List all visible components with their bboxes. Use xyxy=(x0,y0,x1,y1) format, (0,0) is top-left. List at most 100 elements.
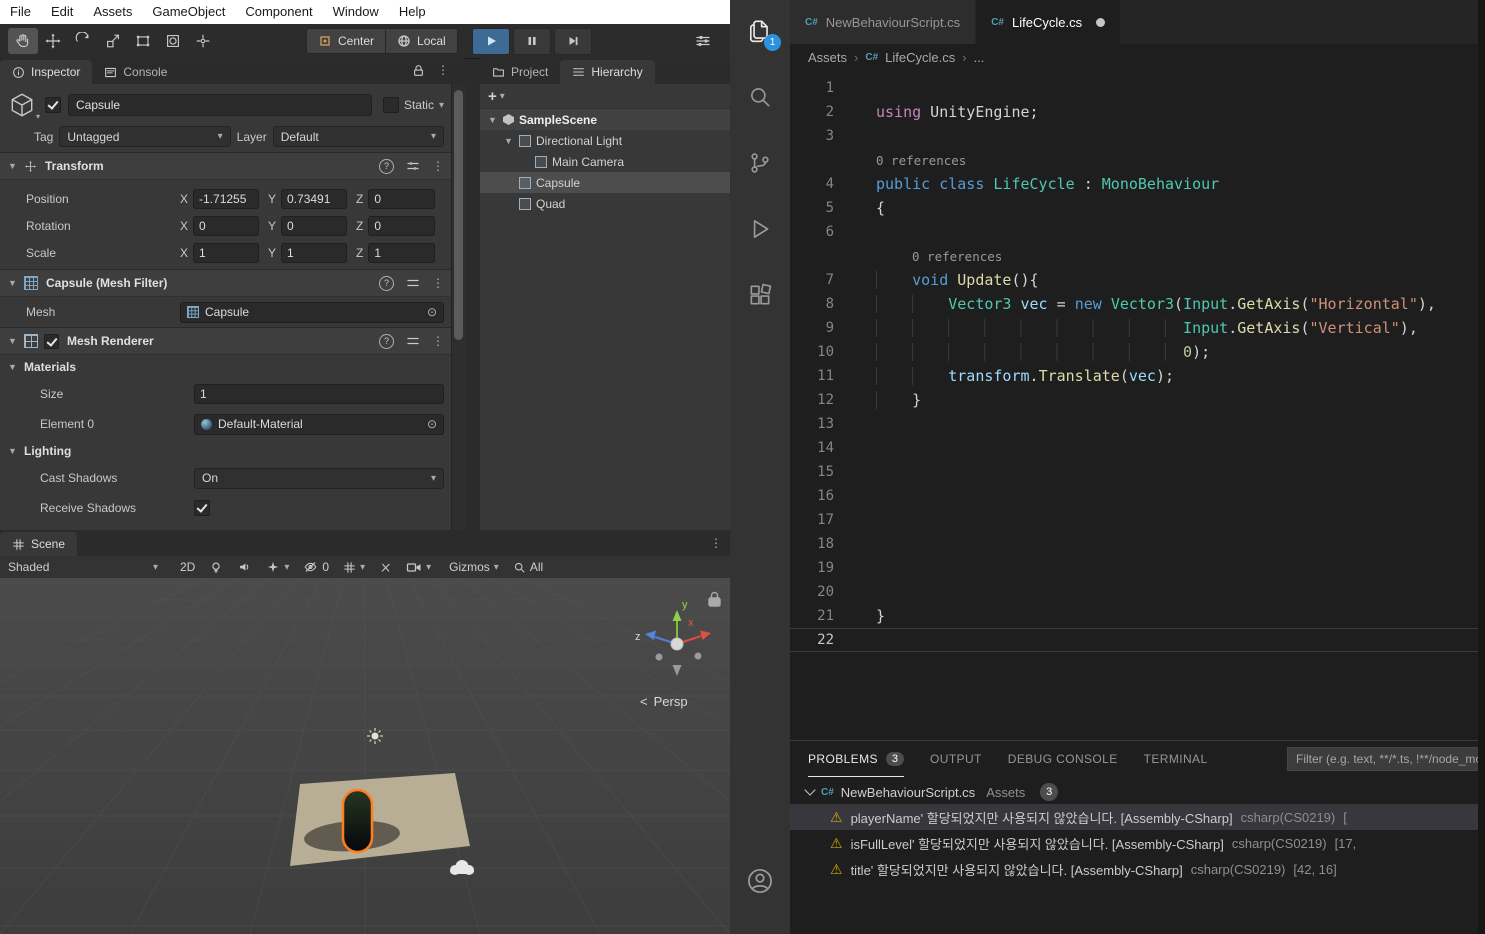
materials-foldout[interactable]: ▼ Materials xyxy=(0,355,452,379)
tab-lifecycle[interactable]: C# LifeCycle.cs xyxy=(976,0,1122,44)
space-toggle-button[interactable]: Local xyxy=(386,28,458,54)
menu-item-edit[interactable]: Edit xyxy=(41,0,83,24)
tab-console[interactable]: Console xyxy=(92,60,180,84)
transform-tool-button[interactable] xyxy=(158,28,188,54)
active-checkbox[interactable] xyxy=(45,97,61,113)
panel-tab-terminal[interactable]: TERMINAL xyxy=(1144,741,1208,777)
static-checkbox[interactable] xyxy=(382,97,399,113)
foldout-icon[interactable]: ▼ xyxy=(488,115,498,125)
code-line[interactable]: 9 Input.GetAxis("Vertical"), xyxy=(790,316,1478,340)
chevron-down-icon[interactable] xyxy=(804,784,816,796)
scene-camera-dropdown[interactable]: ▾ xyxy=(406,561,431,574)
menu-item-gameobject[interactable]: GameObject xyxy=(142,0,235,24)
hierarchy-item-capsule[interactable]: Capsule xyxy=(480,172,730,193)
code-line[interactable]: 22 xyxy=(790,628,1478,652)
help-icon[interactable]: ? xyxy=(379,158,394,174)
mesh-filter-header[interactable]: ▼ Capsule (Mesh Filter) ? ⋮ xyxy=(0,269,452,297)
vector-field[interactable]: 1 xyxy=(368,242,435,263)
menu-item-help[interactable]: Help xyxy=(389,0,436,24)
codelens-label[interactable]: 0 references xyxy=(912,249,1002,264)
explorer-activity-button[interactable]: 1 xyxy=(730,8,790,54)
code-line[interactable]: 1 xyxy=(790,76,1478,100)
run-debug-activity-button[interactable] xyxy=(730,206,790,252)
hierarchy-item-quad[interactable]: Quad xyxy=(480,193,730,214)
menu-item-assets[interactable]: Assets xyxy=(83,0,142,24)
cast-shadows-dropdown[interactable]: On ▾ xyxy=(194,467,444,489)
orientation-gizmo[interactable]: x y z xyxy=(635,599,711,676)
gameobject-dropdown-icon[interactable]: ▾ xyxy=(36,112,40,121)
code-editor[interactable]: 1 2 using UnityEngine; 3 0 references 4 public… xyxy=(790,70,1478,741)
gizmos-dropdown[interactable]: Gizmos ▾ xyxy=(449,560,499,574)
hierarchy-item-samplescene[interactable]: ▼ SampleScene xyxy=(480,109,730,130)
codelens-label[interactable]: 0 references xyxy=(876,153,966,168)
rect-tool-button[interactable] xyxy=(128,28,158,54)
code-line[interactable]: 17 xyxy=(790,508,1478,532)
vector-field[interactable]: 1 xyxy=(193,242,259,263)
problems-filter-input[interactable] xyxy=(1287,747,1485,771)
breadcrumb-item-file[interactable]: LifeCycle.cs xyxy=(885,50,955,65)
menu-item-file[interactable]: File xyxy=(0,0,41,24)
vector-field[interactable]: 0 xyxy=(193,215,259,236)
scene-search-field[interactable]: All xyxy=(513,560,543,574)
code-line[interactable]: 13 xyxy=(790,412,1478,436)
code-line[interactable]: 7 void Update(){ xyxy=(790,268,1478,292)
vector-field[interactable]: -1.71255 xyxy=(193,188,259,209)
mesh-object-field[interactable]: Capsule ⊙ xyxy=(180,301,444,323)
object-picker-icon[interactable]: ⊙ xyxy=(427,417,437,431)
code-line[interactable]: 11 transform.Translate(vec); xyxy=(790,364,1478,388)
hierarchy-item-main-camera[interactable]: Main Camera xyxy=(480,151,730,172)
code-line[interactable]: 20 xyxy=(790,580,1478,604)
vector-field[interactable]: 0.73491 xyxy=(281,188,347,209)
foldout-icon[interactable]: ▼ xyxy=(8,278,18,288)
kebab-icon[interactable]: ⋮ xyxy=(432,159,444,173)
receive-shadows-checkbox[interactable] xyxy=(194,500,210,516)
capsule-object[interactable] xyxy=(341,788,374,854)
kebab-icon[interactable]: ⋮ xyxy=(432,334,444,348)
move-tool-button[interactable] xyxy=(38,28,68,54)
code-line[interactable]: 10 0); xyxy=(790,340,1478,364)
code-line[interactable]: 4 public class LifeCycle : MonoBehaviour xyxy=(790,172,1478,196)
preset-icon[interactable] xyxy=(407,278,419,288)
code-line[interactable]: 6 xyxy=(790,220,1478,244)
panel-tab-problems[interactable]: PROBLEMS 3 xyxy=(808,741,905,777)
custom-tool-button[interactable] xyxy=(188,28,218,54)
scene-grid-dropdown[interactable]: ▾ xyxy=(343,561,365,574)
mesh-renderer-header[interactable]: ▼ Mesh Renderer ? ⋮ xyxy=(0,327,452,355)
vector-field[interactable]: 0 xyxy=(368,215,435,236)
modified-dot-icon[interactable] xyxy=(1096,17,1106,27)
scene-tools-button[interactable] xyxy=(379,561,392,574)
shading-mode-dropdown[interactable]: Shaded ▾ xyxy=(0,560,166,574)
hidden-objects-toggle[interactable]: 0 xyxy=(303,560,329,574)
menu-item-component[interactable]: Component xyxy=(235,0,322,24)
scene-viewport[interactable]: x y z < Persp xyxy=(0,578,730,934)
component-enabled-checkbox[interactable] xyxy=(44,333,59,349)
problem-item[interactable]: ⚠ playerName' 할당되었지만 사용되지 않았습니다. [Assembl… xyxy=(790,804,1485,830)
vector-field[interactable]: 0 xyxy=(368,188,435,209)
preset-icon[interactable] xyxy=(407,336,419,346)
code-line[interactable]: 21} xyxy=(790,604,1478,628)
hierarchy-item-directional-light[interactable]: ▼ Directional Light xyxy=(480,130,730,151)
vector-field[interactable]: 0 xyxy=(281,215,347,236)
scene-audio-toggle[interactable] xyxy=(237,560,252,574)
extensions-activity-button[interactable] xyxy=(730,272,790,318)
tab-inspector[interactable]: Inspector xyxy=(0,60,93,84)
add-dropdown-icon[interactable]: ▾ xyxy=(500,91,505,102)
pivot-toggle-button[interactable]: Center xyxy=(306,28,387,54)
foldout-icon[interactable]: ▼ xyxy=(8,336,18,346)
play-button[interactable] xyxy=(472,27,510,55)
problems-file-group[interactable]: C# NewBehaviourScript.cs Assets 3 xyxy=(790,780,1485,804)
source-control-activity-button[interactable] xyxy=(730,140,790,186)
search-activity-button[interactable] xyxy=(730,74,790,120)
step-button[interactable] xyxy=(554,27,592,55)
lighting-foldout[interactable]: ▼ Lighting xyxy=(0,439,452,463)
directional-light-gizmo[interactable] xyxy=(367,728,383,744)
tab-project[interactable]: Project xyxy=(480,60,561,84)
gizmo-y-label[interactable]: y xyxy=(682,599,688,611)
toolbar-settings[interactable] xyxy=(694,32,712,50)
pause-button[interactable] xyxy=(513,27,551,55)
hand-tool-button[interactable] xyxy=(8,28,38,54)
breadcrumb-item-more[interactable]: ... xyxy=(974,50,985,65)
foldout-icon[interactable]: ▼ xyxy=(504,136,514,146)
code-line[interactable]: 19 xyxy=(790,556,1478,580)
code-line[interactable]: 8 Vector3 vec = new Vector3(Input.GetAxi… xyxy=(790,292,1478,316)
